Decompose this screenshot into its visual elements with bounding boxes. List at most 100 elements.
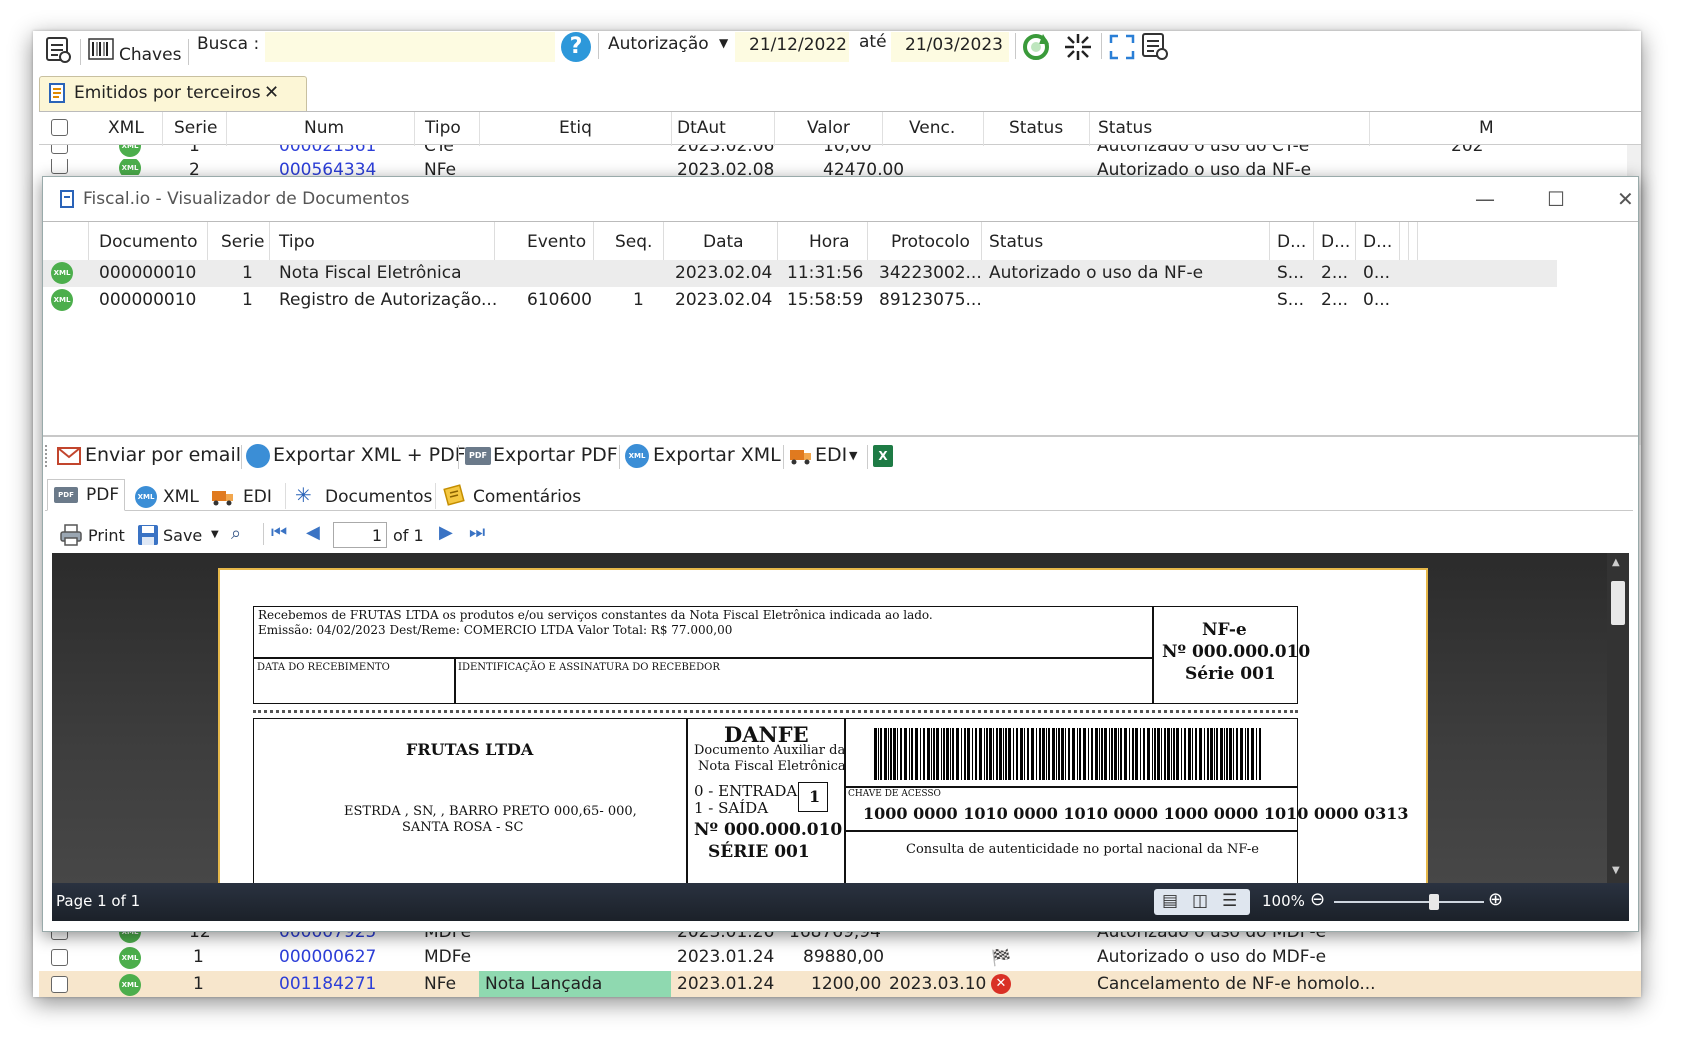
date-from-field[interactable]: 21/12/2022	[735, 32, 849, 62]
document-row[interactable]: XML 000000010 1 Nota Fiscal Eletrônica 2…	[43, 260, 1557, 287]
col-m[interactable]: M	[1479, 118, 1494, 138]
page-number-input[interactable]: 1	[333, 522, 387, 548]
barcode-icon[interactable]	[88, 37, 114, 61]
col-num[interactable]: Num	[304, 118, 344, 138]
filter-type-select[interactable]: Autorização	[608, 34, 709, 54]
minimize-button[interactable]: —	[1475, 187, 1495, 211]
refresh-icon[interactable]	[1021, 32, 1051, 62]
close-tab-icon[interactable]: ✕	[264, 82, 279, 103]
tab-xml[interactable]: XML	[163, 487, 199, 507]
row-checkbox[interactable]	[51, 159, 68, 174]
col-status[interactable]: Status	[989, 232, 1043, 252]
cell-num[interactable]: 000007925	[279, 931, 376, 942]
tab-pdf[interactable]: PDF PDF	[47, 479, 125, 511]
col-xml[interactable]: XML	[108, 118, 144, 138]
row-checkbox[interactable]	[51, 949, 68, 966]
scroll-thumb[interactable]	[1611, 581, 1625, 625]
col-etiq[interactable]: Etiq	[559, 118, 592, 138]
export-pdf-button[interactable]: Exportar PDF	[493, 444, 618, 466]
last-page-icon[interactable]: ⏭	[469, 522, 485, 543]
barcode-bar	[1226, 728, 1228, 780]
single-page-icon[interactable]: ▤	[1162, 891, 1178, 911]
send-email-button[interactable]: Enviar por email	[85, 444, 241, 466]
export-xml-button[interactable]: Exportar XML	[653, 444, 781, 466]
continuous-icon[interactable]: ☰	[1222, 891, 1237, 911]
chevron-down-icon[interactable]: ▼	[849, 449, 857, 462]
zoom-out-icon[interactable]: ⊖	[1310, 889, 1325, 910]
col-dtaut[interactable]: DtAut	[677, 118, 726, 138]
col-status-icon[interactable]: Status	[1009, 118, 1063, 138]
table-row[interactable]: XML 1 000000627 MDFe 2023.01.24 89880,00…	[39, 944, 1641, 971]
prev-page-icon[interactable]: ◀	[306, 522, 320, 543]
edi-button[interactable]: EDI	[815, 444, 847, 466]
zoom-in-icon[interactable]: ⊕	[1488, 889, 1503, 910]
row-checkbox[interactable]	[51, 931, 68, 940]
row-checkbox[interactable]	[51, 145, 68, 154]
row-checkbox[interactable]	[51, 976, 68, 993]
scroll-up-icon[interactable]: ▲	[1612, 557, 1620, 568]
cancel-status-icon: ✕	[991, 974, 1011, 994]
col-protocolo[interactable]: Protocolo	[891, 232, 970, 252]
print-button[interactable]: Print	[88, 526, 125, 545]
dialog-titlebar[interactable]: Fiscal.io - Visualizador de Documentos —…	[43, 177, 1638, 221]
maximize-button[interactable]: ☐	[1547, 187, 1565, 211]
chevron-down-icon[interactable]: ▼	[211, 529, 219, 540]
find-icon[interactable]: ⌕	[231, 523, 241, 544]
barcode-bar	[1220, 728, 1223, 780]
table-row[interactable]: XML 1 000021361 CTe 2023.02.06 10,00 Aut…	[39, 145, 1641, 159]
close-button[interactable]: ✕	[1617, 187, 1634, 211]
tab-edi[interactable]: EDI	[243, 487, 272, 507]
col-hora[interactable]: Hora	[809, 232, 850, 252]
cell-num[interactable]: 000000627	[279, 947, 376, 967]
zoom-slider[interactable]	[1334, 894, 1484, 910]
col-valor[interactable]: Valor	[807, 118, 850, 138]
help-icon[interactable]: ?	[561, 32, 591, 62]
viewer-scrollbar[interactable]: ▲ ▼	[1607, 553, 1629, 883]
table-row[interactable]: XML 1 001184271 NFe Nota Lançada 2023.01…	[39, 971, 1641, 997]
col-serie[interactable]: Serie	[174, 118, 217, 138]
excel-icon[interactable]: X	[873, 445, 893, 467]
col-documento[interactable]: Documento	[99, 232, 197, 252]
list-menu-icon[interactable]	[45, 36, 71, 64]
pdf-viewer[interactable]: Recebemos de FRUTAS LTDA os produtos e/o…	[52, 553, 1629, 883]
collapse-icon[interactable]	[1063, 32, 1093, 62]
col-d2[interactable]: D...	[1321, 232, 1350, 252]
barcode-bar	[1114, 728, 1117, 780]
chevron-down-icon[interactable]: ▼	[719, 36, 728, 50]
first-page-icon[interactable]: ⏮	[271, 522, 287, 543]
cell-num[interactable]: 001184271	[279, 974, 376, 994]
barcode-bar	[1013, 728, 1014, 780]
tab-comentarios[interactable]: Comentários	[473, 487, 581, 507]
col-d1[interactable]: D...	[1277, 232, 1306, 252]
tab-documentos[interactable]: Documentos	[325, 487, 432, 507]
next-page-icon[interactable]: ▶	[439, 522, 453, 543]
col-seq[interactable]: Seq.	[615, 232, 652, 252]
col-status[interactable]: Status	[1098, 118, 1152, 138]
tab-emitidos-por-terceiros[interactable]: Emitidos por terceiros ✕	[39, 76, 307, 112]
two-page-icon[interactable]: ◫	[1192, 891, 1208, 911]
table-row[interactable]: XML 12 000007925 MDFe 2023.01.26 168769,…	[39, 931, 1641, 945]
chaves-button[interactable]: Chaves	[119, 45, 181, 65]
barcode-bar	[1120, 728, 1122, 780]
save-button[interactable]: Save	[163, 526, 202, 545]
select-all-checkbox[interactable]	[51, 119, 68, 136]
list-settings-icon[interactable]	[1141, 32, 1171, 62]
document-row[interactable]: XML 000000010 1 Registro de Autorização.…	[43, 287, 1557, 314]
table-row[interactable]: XML 2 000564334 NFe 2023.02.08 42470,00 …	[39, 159, 1641, 175]
fullscreen-icon[interactable]	[1108, 33, 1136, 61]
zoom-slider-thumb[interactable]	[1429, 894, 1439, 910]
busca-input[interactable]	[265, 32, 555, 62]
col-d3[interactable]: D...	[1363, 232, 1392, 252]
col-venc[interactable]: Venc.	[909, 118, 955, 138]
col-tipo[interactable]: Tipo	[425, 118, 461, 138]
cell-num[interactable]: 000021361	[279, 145, 376, 156]
col-data[interactable]: Data	[703, 232, 744, 252]
scroll-down-icon[interactable]: ▼	[1612, 865, 1620, 876]
export-xml-pdf-button[interactable]: Exportar XML + PDF	[273, 444, 466, 466]
col-serie[interactable]: Serie	[221, 232, 264, 252]
barcode-bar	[1188, 728, 1191, 780]
col-evento[interactable]: Evento	[527, 232, 586, 252]
date-to-field[interactable]: 21/03/2023	[891, 32, 1009, 62]
cell-num[interactable]: 000564334	[279, 160, 376, 175]
col-tipo[interactable]: Tipo	[279, 232, 315, 252]
